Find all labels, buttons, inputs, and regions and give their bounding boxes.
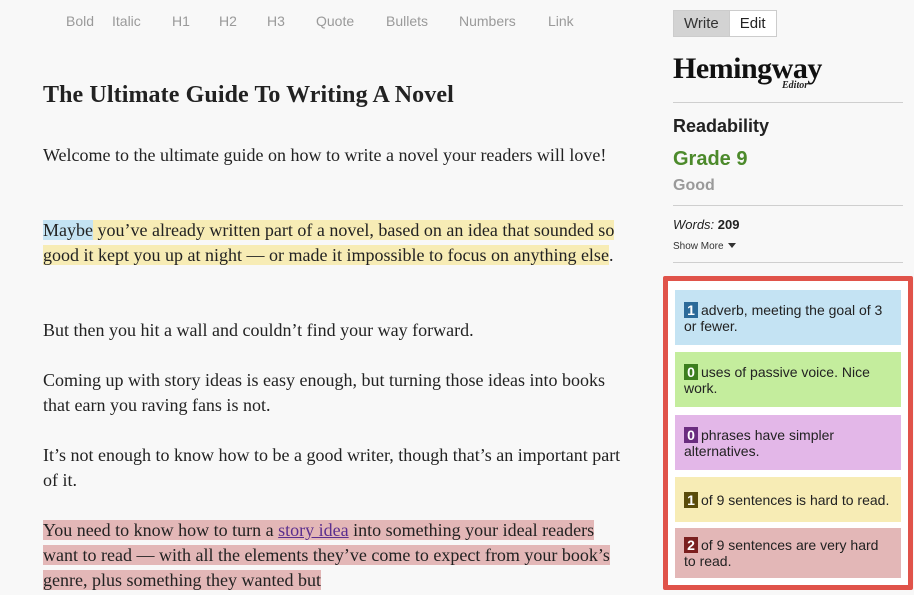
write-mode-button[interactable]: Write xyxy=(674,11,729,36)
very-hard-sentences-stat-card: 2 of 9 sentences are very hard to read. xyxy=(675,528,901,578)
editor-area[interactable]: The Ultimate Guide To Writing A Novel We… xyxy=(43,0,633,595)
paragraph-6-start: You need to know how to turn a xyxy=(43,520,279,540)
simpler-alternatives-stat-card: 0 phrases have simpler alternatives. xyxy=(675,415,901,470)
words-label: Words: xyxy=(673,217,715,232)
hard-stat-text: of 9 sentences is hard to read. xyxy=(701,491,890,508)
paragraph-2-end: . xyxy=(608,245,614,265)
hard-sentence-highlight: you’ve already written part of a novel, … xyxy=(43,220,615,265)
mode-toggle: Write Edit xyxy=(673,10,777,37)
words-count: 209 xyxy=(717,217,740,232)
story-idea-link[interactable]: story idea xyxy=(278,520,348,540)
adverb-stat-text: adverb, meeting the goal of 3 or fewer. xyxy=(684,301,883,334)
very-hard-sentence-highlight: You need to know how to turn a story ide… xyxy=(43,520,610,590)
adverb-stat-card: 1 adverb, meeting the goal of 3 or fewer. xyxy=(675,290,901,345)
writing-stats-panel: 1 adverb, meeting the goal of 3 or fewer.… xyxy=(663,276,913,590)
logo-subtitle: Editor xyxy=(782,80,809,91)
show-more-label: Show More xyxy=(673,241,724,252)
readability-label: Readability xyxy=(673,116,770,136)
simpler-stat-text: phrases have simpler alternatives. xyxy=(684,426,835,459)
word-count: Words: 209 xyxy=(673,217,740,232)
divider xyxy=(673,262,903,263)
paragraph-4[interactable]: Coming up with story ideas is easy enoug… xyxy=(43,368,633,418)
paragraph-6[interactable]: You need to know how to turn a story ide… xyxy=(43,518,633,593)
adverb-highlight: Maybe xyxy=(43,220,93,240)
passive-voice-stat-card: 0 uses of passive voice. Nice work. xyxy=(675,352,901,407)
caret-down-icon xyxy=(727,243,736,248)
divider xyxy=(673,102,903,103)
edit-mode-button[interactable]: Edit xyxy=(728,11,776,36)
grade-description: Good xyxy=(673,177,715,194)
grade-level: Grade 9 xyxy=(673,148,748,170)
paragraph-5[interactable]: It’s not enough to know how to be a good… xyxy=(43,443,633,493)
simpler-count-badge: 0 xyxy=(684,426,698,443)
paragraph-2[interactable]: Maybe you’ve already written part of a n… xyxy=(43,218,633,268)
very-hard-count-badge: 2 xyxy=(684,537,698,553)
passive-stat-text: uses of passive voice. Nice work. xyxy=(684,363,870,396)
hard-count-badge: 1 xyxy=(684,491,698,508)
show-more-toggle[interactable]: Show More xyxy=(673,241,736,252)
passive-count-badge: 0 xyxy=(684,363,698,380)
document-title[interactable]: The Ultimate Guide To Writing A Novel xyxy=(43,82,454,109)
paragraph-3[interactable]: But then you hit a wall and couldn’t fin… xyxy=(43,318,633,343)
adverb-count-badge: 1 xyxy=(684,301,698,318)
divider xyxy=(673,205,903,206)
very-hard-stat-text: of 9 sentences are very hard to read. xyxy=(684,537,879,569)
hard-sentences-stat-card: 1 of 9 sentences is hard to read. xyxy=(675,477,901,522)
paragraph-1[interactable]: Welcome to the ultimate guide on how to … xyxy=(43,143,633,168)
